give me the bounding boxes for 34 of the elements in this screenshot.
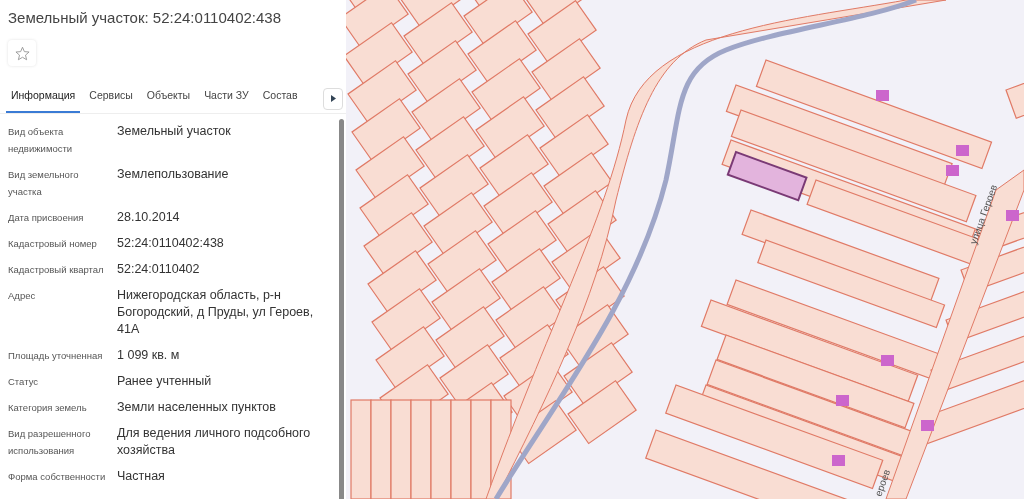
field-label: Статус	[8, 374, 40, 389]
field-value: Нижегородская область, р-н Богородский, д Пруды, ул Героев, 41А	[117, 286, 315, 338]
street-label: улица Героев	[967, 183, 1000, 246]
field-value: Земли населенных пунктов	[117, 398, 277, 416]
field-label: Категория земель	[8, 400, 88, 415]
field-label: Форма собственности	[8, 469, 107, 484]
tab[interactable]: Информация	[6, 84, 81, 113]
field-value: Частная	[117, 467, 166, 485]
field-value: 52:24:0110402:438	[117, 234, 225, 252]
caret-right-icon	[330, 95, 336, 103]
field-value: 1 099 кв. м	[117, 346, 181, 364]
field-value: Для ведения личного подсобного хозяйства	[117, 424, 312, 459]
field-label: Адрес	[8, 288, 37, 303]
tabs-next-button[interactable]	[323, 87, 343, 110]
field-value: 52:24:0110402	[117, 260, 201, 278]
field-label: Дата присвоения	[8, 210, 85, 225]
street-label: ероев	[872, 468, 893, 498]
panel-title: Земельный участок: 52:24:0110402:438	[7, 8, 283, 28]
tab[interactable]: Состав	[257, 84, 303, 113]
field-label: Вид земельного участка	[8, 167, 80, 199]
field-value: Землепользование	[117, 165, 230, 183]
field-value: Земельный участок	[117, 122, 232, 140]
field-label: Площадь уточненная	[8, 348, 104, 363]
tab[interactable]: Сервисы	[84, 84, 138, 113]
tab[interactable]: Объекты	[141, 84, 196, 113]
field-label: Кадастровый номер	[8, 236, 98, 251]
field-label: Вид разрешенного использования	[8, 426, 92, 458]
field-label: Кадастровый квартал	[8, 262, 105, 277]
tab[interactable]: Части ЗУ	[199, 84, 254, 113]
field-label: Вид объекта недвижимости	[8, 124, 74, 156]
field-value: Ранее учтенный	[117, 372, 213, 390]
favorite-button[interactable]	[8, 40, 36, 66]
field-value: 28.10.2014	[117, 208, 181, 226]
scrollbar[interactable]	[339, 118, 344, 499]
